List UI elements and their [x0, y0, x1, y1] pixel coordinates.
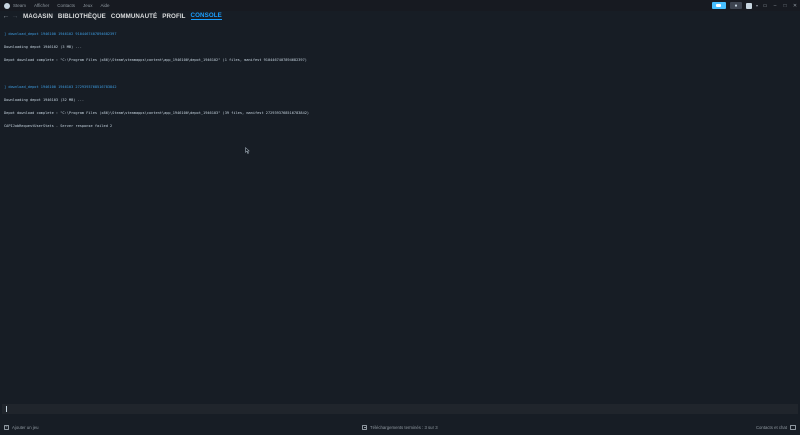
add-game-button[interactable]: + Ajouter un jeu: [4, 423, 39, 431]
plus-icon: +: [4, 424, 9, 430]
console-line: ] download_depot 1946100 1946102 9104467…: [4, 31, 117, 36]
add-game-label: Ajouter un jeu: [12, 424, 39, 430]
minimize-icon[interactable]: –: [772, 3, 778, 9]
forward-arrow-icon[interactable]: →: [11, 13, 19, 20]
bell-icon: ●: [734, 2, 738, 9]
console-line: Depot download complete : "C:\Program Fi…: [4, 111, 310, 116]
menu-steam[interactable]: Steam: [13, 3, 26, 8]
nav-bar: ← → MAGASIN BIBLIOTHÈQUE COMMUNAUTÉ PROF…: [0, 11, 800, 21]
download-icon: [362, 424, 367, 430]
tab-store[interactable]: MAGASIN: [23, 13, 53, 20]
console-command-input[interactable]: [2, 404, 798, 414]
console-line: Downloading depot 1946103 (32 MB) ...: [4, 97, 85, 102]
friends-chat-label: Contacts et chat: [755, 424, 787, 430]
menu-view[interactable]: Afficher: [34, 3, 49, 8]
announcements-button[interactable]: [711, 2, 726, 9]
title-bar-controls: ● ▾ ▭ – □ ✕: [711, 1, 798, 10]
chevron-down-icon[interactable]: ▾: [756, 3, 758, 8]
console-output: ] download_depot 1946100 1946102 9104467…: [4, 23, 794, 401]
console-line: Downloading depot 1946102 (3 MB) ...: [4, 45, 82, 50]
menu-help[interactable]: Aide: [100, 3, 109, 8]
steam-window: Steam Afficher Contacts Jeux Aide ● ▾ ▭ …: [0, 0, 800, 435]
friends-chat-button[interactable]: Contacts et chat: [756, 423, 796, 431]
avatar[interactable]: [745, 2, 752, 9]
close-icon[interactable]: ✕: [792, 3, 798, 9]
back-arrow-icon[interactable]: ←: [2, 13, 10, 20]
mouse-cursor-icon: [245, 147, 250, 154]
notifications-button[interactable]: ●: [729, 2, 742, 9]
big-picture-icon[interactable]: ▭: [762, 3, 768, 9]
megaphone-icon: [716, 4, 722, 7]
tab-profile[interactable]: PROFIL: [162, 13, 185, 20]
bottom-bar: + Ajouter un jeu Téléchargements terminé…: [0, 419, 800, 435]
downloads-button[interactable]: Téléchargements terminés : 3 sur 3: [362, 423, 438, 431]
steam-logo-icon[interactable]: [4, 2, 10, 9]
tab-community[interactable]: COMMUNAUTÉ: [111, 13, 157, 20]
console-line: ] download_depot 1946100 1946103 2729393…: [4, 84, 117, 89]
menu-bar: Steam Afficher Contacts Jeux Aide ● ▾ ▭ …: [0, 0, 800, 11]
maximize-icon[interactable]: □: [782, 3, 788, 9]
downloads-status: Téléchargements terminés : 3 sur 3: [370, 424, 438, 430]
console-line: Depot download complete : "C:\Program Fi…: [4, 58, 307, 63]
tab-library[interactable]: BIBLIOTHÈQUE: [58, 13, 106, 20]
tab-console[interactable]: CONSOLE: [190, 12, 222, 20]
console-line: CAPIJobRequestUserStats - Server respons…: [4, 124, 113, 129]
text-caret: [6, 406, 7, 412]
menu-friends[interactable]: Contacts: [57, 3, 75, 8]
menu-games[interactable]: Jeux: [83, 3, 93, 8]
chat-icon: [790, 424, 796, 430]
